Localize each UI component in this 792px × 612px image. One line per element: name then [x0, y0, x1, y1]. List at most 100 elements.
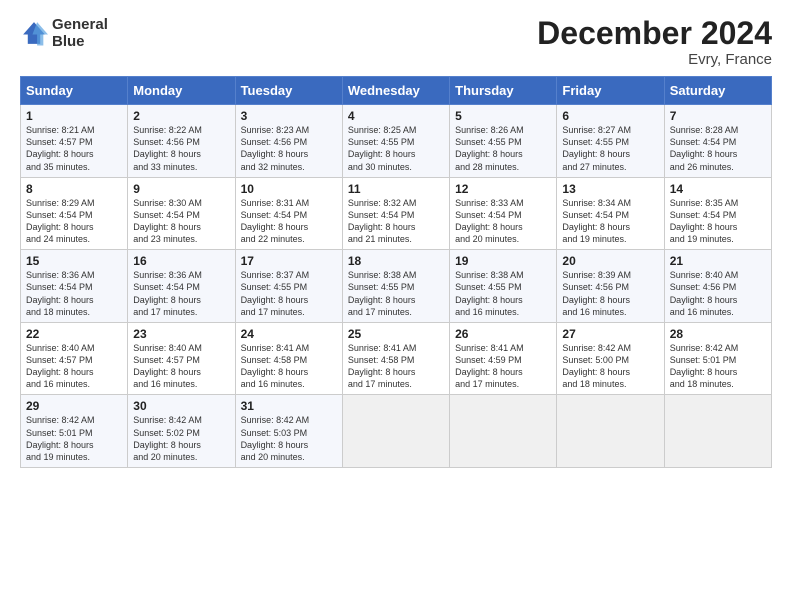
- calendar-cell: 14Sunrise: 8:35 AM Sunset: 4:54 PM Dayli…: [664, 177, 771, 250]
- calendar-cell: 23Sunrise: 8:40 AM Sunset: 4:57 PM Dayli…: [128, 322, 235, 395]
- calendar-week-1: 1Sunrise: 8:21 AM Sunset: 4:57 PM Daylig…: [21, 105, 772, 178]
- day-info: Sunrise: 8:40 AM Sunset: 4:57 PM Dayligh…: [26, 342, 122, 391]
- calendar-cell: 3Sunrise: 8:23 AM Sunset: 4:56 PM Daylig…: [235, 105, 342, 178]
- day-info: Sunrise: 8:22 AM Sunset: 4:56 PM Dayligh…: [133, 124, 229, 173]
- day-info: Sunrise: 8:38 AM Sunset: 4:55 PM Dayligh…: [348, 269, 444, 318]
- days-header-row: Sunday Monday Tuesday Wednesday Thursday…: [21, 77, 772, 105]
- calendar-body: 1Sunrise: 8:21 AM Sunset: 4:57 PM Daylig…: [21, 105, 772, 468]
- day-number: 27: [562, 327, 658, 341]
- day-info: Sunrise: 8:41 AM Sunset: 4:59 PM Dayligh…: [455, 342, 551, 391]
- title-block: December 2024 Evry, France: [537, 16, 772, 68]
- day-number: 28: [670, 327, 766, 341]
- calendar-cell: [664, 395, 771, 468]
- day-info: Sunrise: 8:25 AM Sunset: 4:55 PM Dayligh…: [348, 124, 444, 173]
- calendar-cell: 16Sunrise: 8:36 AM Sunset: 4:54 PM Dayli…: [128, 250, 235, 323]
- day-info: Sunrise: 8:42 AM Sunset: 5:02 PM Dayligh…: [133, 414, 229, 463]
- calendar-week-2: 8Sunrise: 8:29 AM Sunset: 4:54 PM Daylig…: [21, 177, 772, 250]
- header-tuesday: Tuesday: [235, 77, 342, 105]
- calendar-cell: 1Sunrise: 8:21 AM Sunset: 4:57 PM Daylig…: [21, 105, 128, 178]
- calendar-cell: 27Sunrise: 8:42 AM Sunset: 5:00 PM Dayli…: [557, 322, 664, 395]
- day-info: Sunrise: 8:40 AM Sunset: 4:57 PM Dayligh…: [133, 342, 229, 391]
- calendar-subtitle: Evry, France: [537, 51, 772, 68]
- day-number: 31: [241, 399, 337, 413]
- day-info: Sunrise: 8:27 AM Sunset: 4:55 PM Dayligh…: [562, 124, 658, 173]
- day-number: 17: [241, 254, 337, 268]
- calendar-cell: 4Sunrise: 8:25 AM Sunset: 4:55 PM Daylig…: [342, 105, 449, 178]
- calendar-week-5: 29Sunrise: 8:42 AM Sunset: 5:01 PM Dayli…: [21, 395, 772, 468]
- day-info: Sunrise: 8:32 AM Sunset: 4:54 PM Dayligh…: [348, 197, 444, 246]
- day-number: 1: [26, 109, 122, 123]
- calendar-cell: 15Sunrise: 8:36 AM Sunset: 4:54 PM Dayli…: [21, 250, 128, 323]
- day-number: 29: [26, 399, 122, 413]
- day-number: 21: [670, 254, 766, 268]
- day-info: Sunrise: 8:40 AM Sunset: 4:56 PM Dayligh…: [670, 269, 766, 318]
- day-number: 24: [241, 327, 337, 341]
- calendar-cell: 6Sunrise: 8:27 AM Sunset: 4:55 PM Daylig…: [557, 105, 664, 178]
- calendar-cell: 12Sunrise: 8:33 AM Sunset: 4:54 PM Dayli…: [450, 177, 557, 250]
- day-number: 3: [241, 109, 337, 123]
- day-number: 2: [133, 109, 229, 123]
- logo: General Blue: [20, 16, 108, 51]
- day-number: 9: [133, 182, 229, 196]
- calendar-cell: 11Sunrise: 8:32 AM Sunset: 4:54 PM Dayli…: [342, 177, 449, 250]
- day-number: 13: [562, 182, 658, 196]
- calendar-cell: 18Sunrise: 8:38 AM Sunset: 4:55 PM Dayli…: [342, 250, 449, 323]
- day-number: 22: [26, 327, 122, 341]
- calendar-cell: 19Sunrise: 8:38 AM Sunset: 4:55 PM Dayli…: [450, 250, 557, 323]
- header-saturday: Saturday: [664, 77, 771, 105]
- day-number: 26: [455, 327, 551, 341]
- calendar-cell: 8Sunrise: 8:29 AM Sunset: 4:54 PM Daylig…: [21, 177, 128, 250]
- day-number: 25: [348, 327, 444, 341]
- day-number: 18: [348, 254, 444, 268]
- calendar-cell: 20Sunrise: 8:39 AM Sunset: 4:56 PM Dayli…: [557, 250, 664, 323]
- day-info: Sunrise: 8:26 AM Sunset: 4:55 PM Dayligh…: [455, 124, 551, 173]
- header-friday: Friday: [557, 77, 664, 105]
- day-number: 12: [455, 182, 551, 196]
- header-monday: Monday: [128, 77, 235, 105]
- calendar-cell: 31Sunrise: 8:42 AM Sunset: 5:03 PM Dayli…: [235, 395, 342, 468]
- day-info: Sunrise: 8:42 AM Sunset: 5:03 PM Dayligh…: [241, 414, 337, 463]
- day-info: Sunrise: 8:42 AM Sunset: 5:01 PM Dayligh…: [670, 342, 766, 391]
- calendar-cell: 25Sunrise: 8:41 AM Sunset: 4:58 PM Dayli…: [342, 322, 449, 395]
- day-info: Sunrise: 8:23 AM Sunset: 4:56 PM Dayligh…: [241, 124, 337, 173]
- day-info: Sunrise: 8:30 AM Sunset: 4:54 PM Dayligh…: [133, 197, 229, 246]
- calendar-cell: [342, 395, 449, 468]
- calendar-week-4: 22Sunrise: 8:40 AM Sunset: 4:57 PM Dayli…: [21, 322, 772, 395]
- calendar-cell: [450, 395, 557, 468]
- calendar-cell: 9Sunrise: 8:30 AM Sunset: 4:54 PM Daylig…: [128, 177, 235, 250]
- day-number: 4: [348, 109, 444, 123]
- day-number: 8: [26, 182, 122, 196]
- header-sunday: Sunday: [21, 77, 128, 105]
- calendar-cell: 5Sunrise: 8:26 AM Sunset: 4:55 PM Daylig…: [450, 105, 557, 178]
- day-number: 14: [670, 182, 766, 196]
- calendar-cell: 21Sunrise: 8:40 AM Sunset: 4:56 PM Dayli…: [664, 250, 771, 323]
- day-info: Sunrise: 8:36 AM Sunset: 4:54 PM Dayligh…: [26, 269, 122, 318]
- day-info: Sunrise: 8:42 AM Sunset: 5:01 PM Dayligh…: [26, 414, 122, 463]
- day-info: Sunrise: 8:34 AM Sunset: 4:54 PM Dayligh…: [562, 197, 658, 246]
- calendar-cell: 2Sunrise: 8:22 AM Sunset: 4:56 PM Daylig…: [128, 105, 235, 178]
- day-info: Sunrise: 8:21 AM Sunset: 4:57 PM Dayligh…: [26, 124, 122, 173]
- day-number: 6: [562, 109, 658, 123]
- day-number: 7: [670, 109, 766, 123]
- calendar-cell: 26Sunrise: 8:41 AM Sunset: 4:59 PM Dayli…: [450, 322, 557, 395]
- day-number: 30: [133, 399, 229, 413]
- logo-icon: [20, 19, 48, 47]
- day-info: Sunrise: 8:42 AM Sunset: 5:00 PM Dayligh…: [562, 342, 658, 391]
- header: General Blue December 2024 Evry, France: [20, 16, 772, 68]
- day-number: 16: [133, 254, 229, 268]
- day-info: Sunrise: 8:37 AM Sunset: 4:55 PM Dayligh…: [241, 269, 337, 318]
- day-info: Sunrise: 8:41 AM Sunset: 4:58 PM Dayligh…: [241, 342, 337, 391]
- day-number: 20: [562, 254, 658, 268]
- day-number: 19: [455, 254, 551, 268]
- logo-text: General Blue: [52, 16, 108, 51]
- day-info: Sunrise: 8:38 AM Sunset: 4:55 PM Dayligh…: [455, 269, 551, 318]
- day-info: Sunrise: 8:29 AM Sunset: 4:54 PM Dayligh…: [26, 197, 122, 246]
- day-info: Sunrise: 8:35 AM Sunset: 4:54 PM Dayligh…: [670, 197, 766, 246]
- calendar-cell: 29Sunrise: 8:42 AM Sunset: 5:01 PM Dayli…: [21, 395, 128, 468]
- calendar-cell: 22Sunrise: 8:40 AM Sunset: 4:57 PM Dayli…: [21, 322, 128, 395]
- day-number: 10: [241, 182, 337, 196]
- day-number: 15: [26, 254, 122, 268]
- day-info: Sunrise: 8:39 AM Sunset: 4:56 PM Dayligh…: [562, 269, 658, 318]
- calendar-table: Sunday Monday Tuesday Wednesday Thursday…: [20, 76, 772, 468]
- day-info: Sunrise: 8:28 AM Sunset: 4:54 PM Dayligh…: [670, 124, 766, 173]
